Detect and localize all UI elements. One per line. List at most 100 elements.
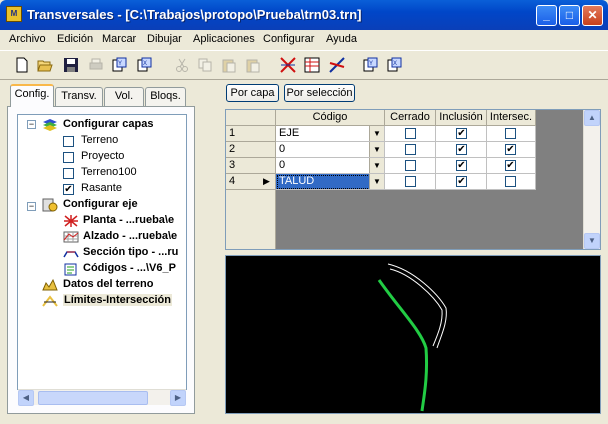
grid-vertical-scrollbar[interactable]: ▲ ▼: [583, 110, 600, 249]
row-header[interactable]: 4 ▶: [226, 174, 276, 190]
col-header-cerrado[interactable]: Cerrado: [385, 110, 436, 126]
tab-config[interactable]: Config.: [10, 84, 54, 107]
menu-dibujar[interactable]: Dibujar: [147, 33, 182, 45]
row-header-empty: [226, 190, 276, 249]
codes-grid: Código Cerrado Inclusión Intersec. 1 EJE…: [225, 109, 601, 250]
paste-special-icon[interactable]: [245, 57, 261, 73]
menu-ayuda[interactable]: Ayuda: [326, 33, 357, 45]
new-file-icon[interactable]: [14, 57, 30, 73]
intersect-icon[interactable]: [329, 57, 345, 73]
paste-icon[interactable]: [221, 57, 237, 73]
intersec-checkbox[interactable]: ✔: [505, 144, 516, 155]
layer-terreno-label[interactable]: Terreno: [81, 134, 118, 146]
grid-corner: [226, 110, 276, 126]
collapse-axis-button[interactable]: −: [27, 202, 36, 211]
table-edit-icon[interactable]: [304, 57, 320, 73]
tree-typical-section[interactable]: Sección tipo - ...ru: [83, 246, 178, 258]
cerrado-checkbox[interactable]: [405, 160, 416, 171]
export-x-icon[interactable]: X: [386, 57, 402, 73]
app-icon[interactable]: M: [6, 6, 22, 22]
minimize-button[interactable]: _: [536, 5, 557, 26]
tree-codes[interactable]: Códigos - ...\V6_P: [83, 262, 176, 274]
cerrado-checkbox[interactable]: [405, 144, 416, 155]
import-icon[interactable]: X: [136, 57, 152, 73]
intersec-checkbox[interactable]: [505, 128, 516, 139]
scroll-up-button[interactable]: ▲: [584, 110, 600, 126]
print-icon[interactable]: [88, 57, 104, 73]
cut-icon[interactable]: [174, 57, 190, 73]
col-header-codigo[interactable]: Código: [276, 110, 385, 126]
copy-icon[interactable]: [197, 57, 213, 73]
cell-intersec: ✔: [487, 142, 536, 158]
col-header-intersec[interactable]: Intersec.: [487, 110, 536, 126]
layer-terreno100-checkbox[interactable]: [63, 168, 74, 179]
scroll-down-button[interactable]: ▼: [584, 233, 600, 249]
tab-bloqs[interactable]: Bloqs.: [145, 87, 186, 106]
row-header[interactable]: 2: [226, 142, 276, 158]
maximize-button[interactable]: □: [559, 5, 580, 26]
scroll-right-button[interactable]: ▶: [170, 390, 186, 406]
by-selection-button[interactable]: Por selección: [284, 84, 355, 102]
scroll-thumb[interactable]: [38, 391, 148, 405]
tree-profile[interactable]: Alzado - ...rueba\e: [83, 230, 177, 242]
inclusion-checkbox[interactable]: ✔: [456, 160, 467, 171]
layer-terreno-checkbox[interactable]: [63, 136, 74, 147]
cell-inclusion: ✔: [436, 158, 487, 174]
inclusion-checkbox[interactable]: ✔: [456, 128, 467, 139]
intersec-checkbox[interactable]: [505, 176, 516, 187]
by-layer-button[interactable]: Por capa: [226, 84, 279, 102]
intersec-checkbox[interactable]: ✔: [505, 160, 516, 171]
cell-inclusion: ✔: [436, 174, 487, 190]
codes-icon: [64, 263, 77, 276]
cerrado-checkbox[interactable]: [405, 176, 416, 187]
title-bar[interactable]: M Transversales - [C:\Trabajos\protopo\P…: [0, 0, 608, 30]
tree-limits-intersection[interactable]: Límites-Intersección: [63, 294, 172, 306]
menu-aplicaciones[interactable]: Aplicaciones: [193, 33, 255, 45]
col-header-inclusion[interactable]: Inclusión: [436, 110, 487, 126]
dropdown-arrow-icon[interactable]: ▼: [369, 158, 384, 173]
tab-vol[interactable]: Vol.: [104, 87, 144, 106]
inclusion-checkbox[interactable]: ✔: [456, 176, 467, 187]
layer-rasante-checkbox[interactable]: ✔: [63, 184, 74, 195]
tree-configure-layers[interactable]: Configurar capas: [63, 118, 153, 130]
tree-terrain-data[interactable]: Datos del terreno: [63, 278, 153, 290]
layers-icon: [43, 119, 57, 131]
cell-intersec: [487, 174, 536, 190]
export-y-icon[interactable]: Y: [362, 57, 378, 73]
cell-code[interactable]: 0 ▼: [276, 158, 385, 174]
cross-section-icon[interactable]: [280, 57, 296, 73]
scroll-left-button[interactable]: ◀: [18, 390, 34, 406]
inclusion-checkbox[interactable]: ✔: [456, 144, 467, 155]
cell-cerrado: [385, 158, 436, 174]
layer-proyecto-checkbox[interactable]: [63, 152, 74, 163]
dropdown-arrow-icon[interactable]: ▼: [369, 174, 384, 189]
cell-intersec: [487, 126, 536, 142]
drawing-canvas[interactable]: [225, 255, 601, 414]
collapse-layers-button[interactable]: −: [27, 120, 36, 129]
axis-line: [377, 279, 428, 412]
tree-horizontal-scrollbar[interactable]: ◀ ▶: [18, 389, 186, 406]
save-icon[interactable]: [63, 57, 79, 73]
menu-marcar[interactable]: Marcar: [102, 33, 136, 45]
cell-code[interactable]: 0 ▼: [276, 142, 385, 158]
tab-transv[interactable]: Transv.: [55, 87, 103, 106]
layer-rasante-label[interactable]: Rasante: [81, 182, 122, 194]
export-icon[interactable]: Y: [111, 57, 127, 73]
menu-edicion[interactable]: Edición: [57, 33, 93, 45]
tree-plan[interactable]: Planta - ...rueba\e: [83, 214, 174, 226]
dropdown-arrow-icon[interactable]: ▼: [369, 126, 384, 141]
dropdown-arrow-icon[interactable]: ▼: [369, 142, 384, 157]
cell-code[interactable]: EJE ▼: [276, 126, 385, 142]
menu-archivo[interactable]: Archivo: [9, 33, 46, 45]
cell-code-selected[interactable]: TALUD ▼: [276, 174, 385, 190]
svg-text:Y: Y: [369, 61, 373, 67]
cerrado-checkbox[interactable]: [405, 128, 416, 139]
tree-configure-axis[interactable]: Configurar eje: [63, 198, 138, 210]
close-button[interactable]: ✕: [582, 5, 603, 26]
menu-configurar[interactable]: Configurar: [263, 33, 314, 45]
layer-terreno100-label[interactable]: Terreno100: [81, 166, 137, 178]
row-header[interactable]: 1: [226, 126, 276, 142]
row-header[interactable]: 3: [226, 158, 276, 174]
open-folder-icon[interactable]: [37, 57, 53, 73]
layer-proyecto-label[interactable]: Proyecto: [81, 150, 124, 162]
